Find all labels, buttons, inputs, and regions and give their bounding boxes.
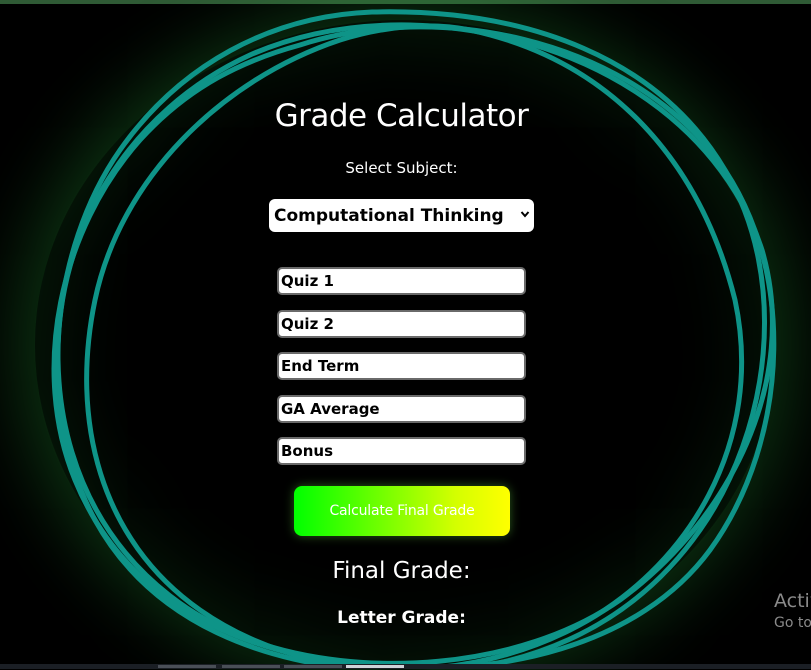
page-title: Grade Calculator [274, 98, 529, 134]
final-grade-label: Final Grade: [332, 558, 471, 584]
calculate-final-grade-button[interactable]: Calculate Final Grade [294, 486, 510, 536]
activation-watermark: Activ Go to [774, 589, 811, 633]
taskbar-segment [284, 665, 342, 668]
quiz2-input[interactable] [277, 310, 526, 338]
bonus-input[interactable] [277, 437, 526, 465]
letter-grade-label: Letter Grade: [337, 608, 466, 628]
taskbar-segment-active [346, 665, 404, 668]
subject-select[interactable]: Computational Thinking [269, 199, 534, 232]
end-term-input[interactable] [277, 352, 526, 380]
taskbar-segment [158, 665, 216, 668]
taskbar-segment [222, 665, 280, 668]
chevron-down-icon [520, 211, 530, 218]
watermark-subtitle: Go to [774, 615, 811, 631]
watermark-title: Activ [774, 590, 811, 612]
subject-selected-value: Computational Thinking [274, 205, 504, 226]
ga-average-input[interactable] [277, 395, 526, 423]
taskbar-edge [0, 664, 811, 669]
quiz1-input[interactable] [277, 267, 526, 295]
select-subject-label: Select Subject: [345, 159, 458, 177]
